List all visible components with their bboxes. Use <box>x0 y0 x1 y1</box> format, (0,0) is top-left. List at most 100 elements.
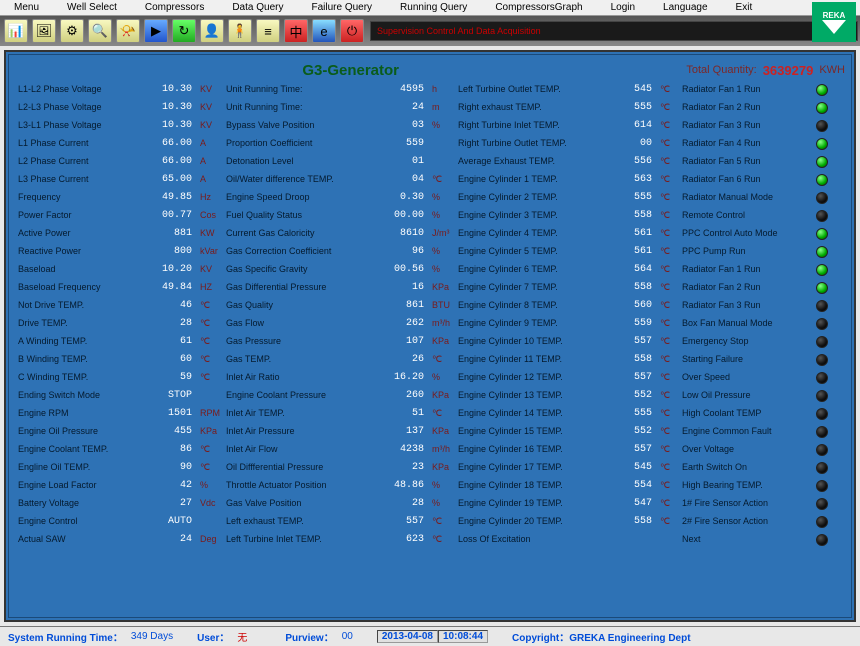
col3-unit-11: ℃ <box>657 279 677 296</box>
tb-ie[interactable]: e <box>312 19 336 43</box>
col4-led-23 <box>813 495 831 512</box>
col4-label-0: Radiator Fan 1 Run <box>679 81 811 98</box>
tb-user[interactable]: 👤 <box>200 19 224 43</box>
col3-unit-8: ℃ <box>657 225 677 242</box>
col2-value-19: 137 <box>371 423 427 440</box>
col4-label-20: Over Voltage <box>679 441 811 458</box>
menu-compressors[interactable]: Compressors <box>131 2 218 13</box>
col1-unit-2: KV <box>197 117 221 134</box>
col2-label-25: Left Turbine Inlet TEMP. <box>223 531 369 548</box>
col3-label-0: Left Turbine Outlet TEMP. <box>455 81 609 98</box>
col2-value-8: 8610 <box>371 225 427 242</box>
tb-person[interactable]: 🧍 <box>228 19 252 43</box>
col1-unit-14: ℃ <box>197 333 221 350</box>
col1-unit-6: Hz <box>197 189 221 206</box>
col3-label-25: Loss Of Excitation <box>455 531 609 548</box>
status-led <box>816 174 828 186</box>
col1-label-13: Drive TEMP. <box>15 315 137 332</box>
col4-led-7 <box>813 207 831 224</box>
col1-value-15: 60 <box>139 351 195 368</box>
tb-play[interactable]: ▶ <box>144 19 168 43</box>
col2-label-19: Inlet Air Pressure <box>223 423 369 440</box>
col2-value-25: 623 <box>371 531 427 548</box>
col3-unit-24: ℃ <box>657 513 677 530</box>
tb-5[interactable]: 📯 <box>116 19 140 43</box>
menu-data-query[interactable]: Data Query <box>218 2 297 13</box>
col3-value-24: 558 <box>611 513 655 530</box>
col3-label-23: Engine Cylinder 19 TEMP. <box>455 495 609 512</box>
col3-label-5: Engine Cylinder 1 TEMP. <box>455 171 609 188</box>
tb-refresh[interactable]: ↻ <box>172 19 196 43</box>
sb-srt-l: System Running Time： <box>4 629 127 644</box>
status-led <box>816 480 828 492</box>
col1-unit-7: Cos <box>197 207 221 224</box>
menu-compressorsgraph[interactable]: CompressorsGraph <box>481 2 596 13</box>
menu-failure-query[interactable]: Failure Query <box>297 2 386 13</box>
col2-unit-21: KPa <box>429 459 453 476</box>
tb-power[interactable]: ⏻ <box>340 19 364 43</box>
col3-value-12: 560 <box>611 297 655 314</box>
col1-value-5: 65.00 <box>139 171 195 188</box>
col3-value-16: 557 <box>611 369 655 386</box>
col1-unit-16: ℃ <box>197 369 221 386</box>
tb-2[interactable]: 🖼 <box>32 19 56 43</box>
col3-unit-18: ℃ <box>657 405 677 422</box>
col1-unit-17 <box>197 387 221 404</box>
menu-exit[interactable]: Exit <box>722 2 767 13</box>
col1-value-10: 10.20 <box>139 261 195 278</box>
col1-unit-22: % <box>197 477 221 494</box>
menu-well-select[interactable]: Well Select <box>53 2 131 13</box>
status-led <box>816 408 828 420</box>
tb-3[interactable]: ⚙ <box>60 19 84 43</box>
col4-label-8: PPC Control Auto Mode <box>679 225 811 242</box>
col2-label-3: Proportion Coefficient <box>223 135 369 152</box>
tb-1[interactable]: 📊 <box>4 19 28 43</box>
col4-led-3 <box>813 135 831 152</box>
col2-value-17: 260 <box>371 387 427 404</box>
col1-value-20: 86 <box>139 441 195 458</box>
col3-value-18: 555 <box>611 405 655 422</box>
status-led <box>816 192 828 204</box>
col2-unit-20: m³/h <box>429 441 453 458</box>
col4-led-0 <box>813 81 831 98</box>
col1-label-15: B Winding TEMP. <box>15 351 137 368</box>
col4-label-12: Radiator Fan 3 Run <box>679 297 811 314</box>
tb-list[interactable]: ≡ <box>256 19 280 43</box>
sb-date: 2013-04-08 <box>377 630 438 643</box>
col4-label-13: Box Fan Manual Mode <box>679 315 811 332</box>
col4-label-22: High Bearing TEMP. <box>679 477 811 494</box>
col2-value-16: 16.20 <box>371 369 427 386</box>
col3-label-12: Engine Cylinder 8 TEMP. <box>455 297 609 314</box>
col2-unit-0: h <box>429 81 453 98</box>
menu-language[interactable]: Language <box>649 2 722 13</box>
sb-pv-v: 00 <box>338 631 357 642</box>
col2-label-8: Current Gas Caloricity <box>223 225 369 242</box>
col1-label-18: Engine RPM <box>15 405 137 422</box>
tb-4[interactable]: 🔍 <box>88 19 112 43</box>
col2-label-22: Throttle Actuator Position <box>223 477 369 494</box>
status-led <box>816 516 828 528</box>
menu-running-query[interactable]: Running Query <box>386 2 481 13</box>
col3-value-14: 557 <box>611 333 655 350</box>
col4-led-6 <box>813 189 831 206</box>
col3-label-15: Engine Cylinder 11 TEMP. <box>455 351 609 368</box>
col2-value-9: 96 <box>371 243 427 260</box>
col1-value-4: 66.00 <box>139 153 195 170</box>
menu-login[interactable]: Login <box>597 2 649 13</box>
col3-unit-3: ℃ <box>657 135 677 152</box>
col1-label-11: Baseload Frequency <box>15 279 137 296</box>
tb-cn[interactable]: 中 <box>284 19 308 43</box>
col1-value-17: STOP <box>139 387 195 404</box>
col4-led-22 <box>813 477 831 494</box>
menu-menu[interactable]: Menu <box>0 2 53 13</box>
status-led <box>816 498 828 510</box>
status-led <box>816 84 828 96</box>
col4-led-9 <box>813 243 831 260</box>
col3-value-2: 614 <box>611 117 655 134</box>
col2-unit-13: m³/h <box>429 315 453 332</box>
col2-unit-9: % <box>429 243 453 260</box>
status-led <box>816 426 828 438</box>
col2-unit-2: % <box>429 117 453 134</box>
col4-label-11: Radiator Fan 2 Run <box>679 279 811 296</box>
col1-unit-24 <box>197 513 221 530</box>
